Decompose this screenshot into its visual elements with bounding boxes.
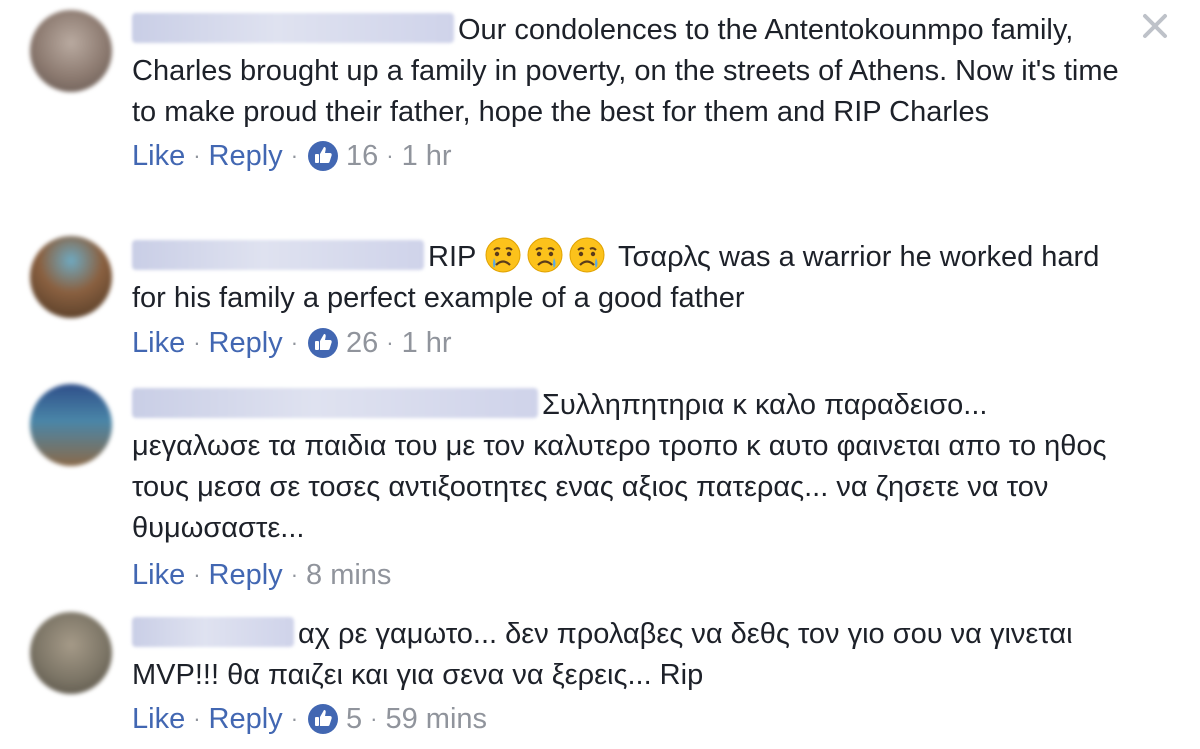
comment-text: αχ ρε γαμωτο... δεν προλαβες να δεθς τον… [132, 617, 1073, 691]
like-thumb-icon[interactable] [308, 328, 339, 358]
avatar[interactable] [30, 612, 112, 694]
separator: · [193, 143, 201, 168]
separator: · [290, 330, 299, 355]
timestamp[interactable]: 8 mins [306, 555, 391, 595]
separator: · [193, 330, 201, 355]
like-link[interactable]: Like [132, 555, 185, 595]
comment-actions: Like · Reply · 5 · 59 mins [132, 699, 1132, 739]
comment-text: Our condolences to the Antentokounmpo fa… [132, 13, 1119, 128]
crying-face-icon [527, 237, 563, 273]
separator: · [370, 706, 378, 731]
reply-link[interactable]: Reply [209, 555, 283, 595]
like-thumb-icon[interactable] [308, 141, 339, 171]
like-thumb-icon[interactable] [308, 704, 339, 734]
author-name-blurred[interactable] [132, 388, 538, 419]
comment-actions: Like · Reply · 8 mins [132, 555, 1132, 595]
separator: · [386, 143, 394, 168]
author-name-blurred[interactable] [132, 240, 424, 271]
like-count[interactable]: 26 [346, 323, 378, 363]
avatar[interactable] [30, 236, 112, 318]
comment-actions: Like · Reply · 16 · 1 hr [132, 136, 1132, 176]
separator: · [193, 562, 201, 587]
like-count[interactable]: 5 [346, 699, 362, 739]
separator: · [290, 562, 299, 587]
like-count[interactable]: 16 [346, 136, 378, 176]
avatar[interactable] [30, 10, 112, 92]
comment-text: Συλληπητηρια κ καλο παραδεισο... μεγαλωσ… [132, 388, 1107, 544]
reply-link[interactable]: Reply [209, 323, 283, 363]
comment-actions: Like · Reply · 26 · 1 hr [132, 323, 1132, 363]
like-link[interactable]: Like [132, 699, 185, 739]
author-name-blurred[interactable] [132, 617, 294, 648]
timestamp[interactable]: 1 hr [402, 136, 452, 176]
close-button[interactable] [1139, 10, 1171, 42]
comments-panel: Our condolences to the Antentokounmpo fa… [0, 0, 1200, 749]
timestamp[interactable]: 59 mins [385, 699, 487, 739]
avatar[interactable] [30, 384, 112, 466]
separator: · [386, 330, 394, 355]
close-icon [1143, 14, 1167, 38]
timestamp[interactable]: 1 hr [402, 323, 452, 363]
crying-face-icon [569, 237, 605, 273]
like-link[interactable]: Like [132, 136, 185, 176]
comment-text: RIP Τσαρλς was a warrior he worked hard … [132, 237, 1132, 319]
crying-face-icon [485, 237, 521, 273]
reply-link[interactable]: Reply [209, 136, 283, 176]
reply-link[interactable]: Reply [209, 699, 283, 739]
author-name-blurred[interactable] [132, 13, 454, 44]
separator: · [290, 143, 299, 168]
separator: · [193, 706, 201, 731]
separator: · [290, 706, 299, 731]
like-link[interactable]: Like [132, 323, 185, 363]
